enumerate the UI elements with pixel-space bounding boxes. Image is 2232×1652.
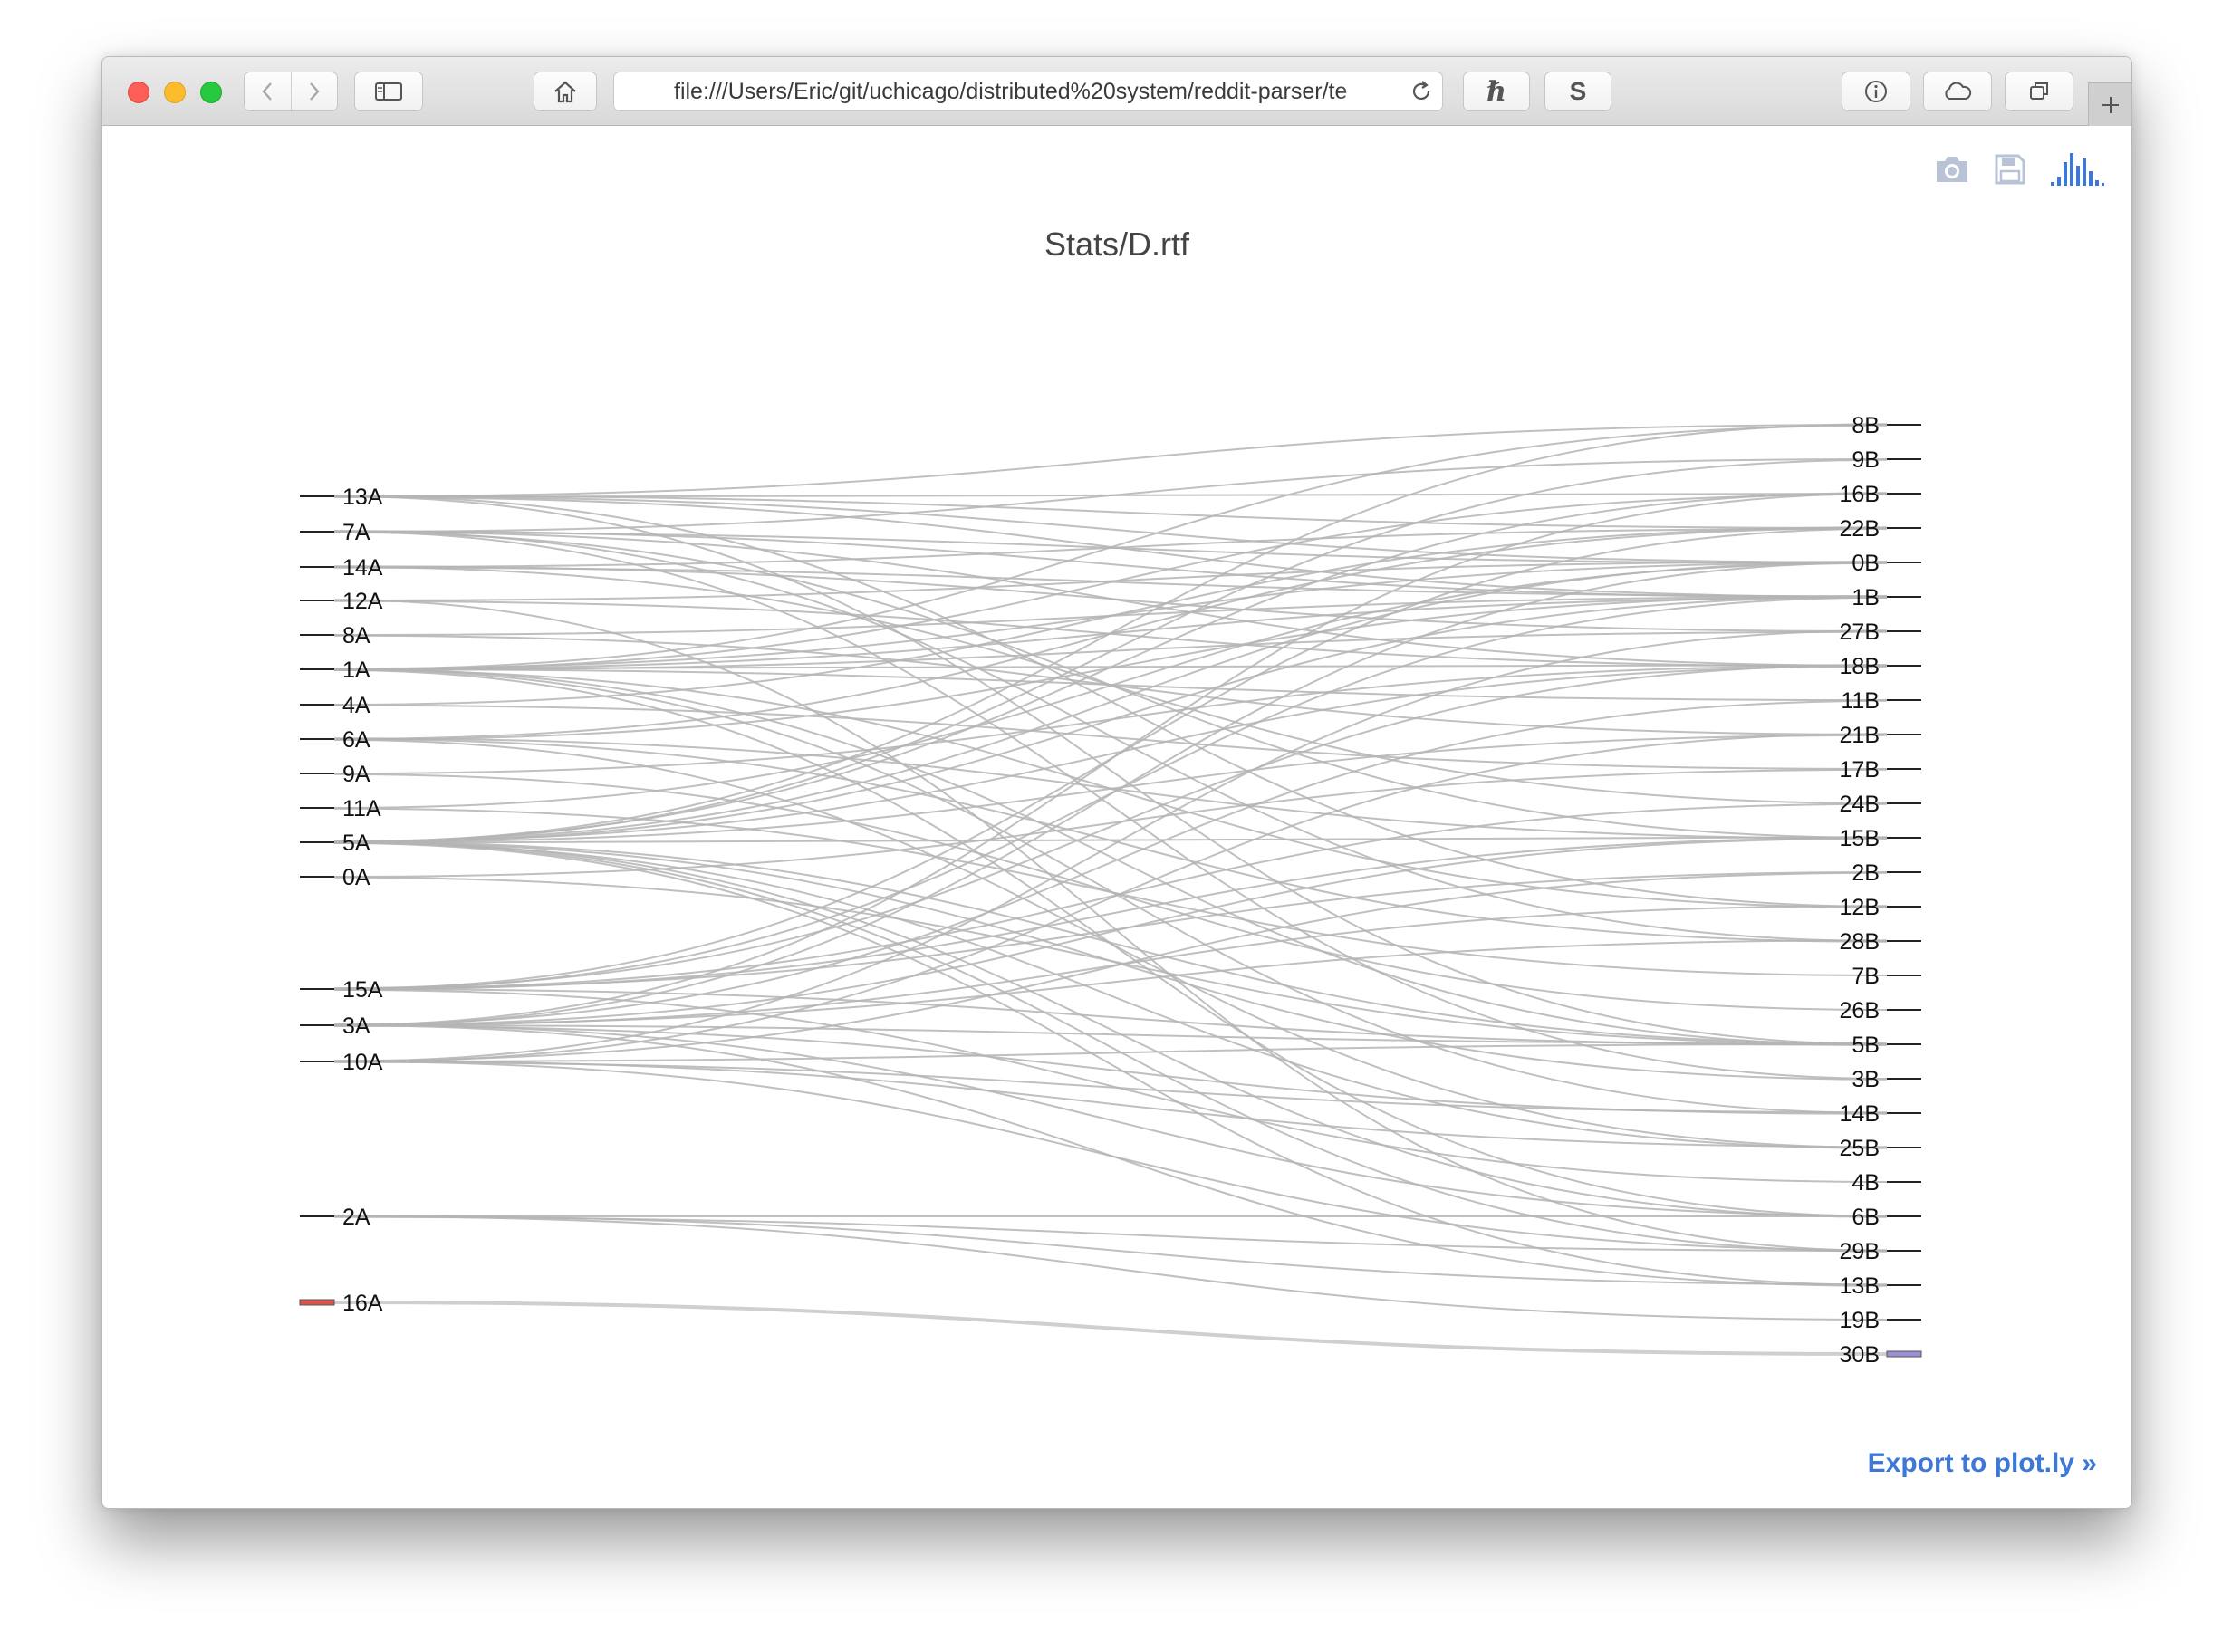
sankey-node-label-12A: 12A bbox=[342, 589, 383, 614]
extension-s-button[interactable]: S bbox=[1544, 72, 1611, 111]
sankey-node-label-4B: 4B bbox=[1852, 1170, 1880, 1196]
sankey-node-label-26B: 26B bbox=[1840, 998, 1880, 1023]
sankey-node-label-1A: 1A bbox=[342, 658, 370, 683]
url-text[interactable]: file:///Users/Eric/git/uchicago/distribu… bbox=[674, 72, 1395, 110]
export-to-plotly-link[interactable]: Export to plot.ly » bbox=[1868, 1448, 2097, 1479]
sidebar-toggle-button[interactable] bbox=[354, 72, 423, 111]
extension-h-button[interactable]: ℏ bbox=[1463, 72, 1530, 111]
sankey-node-label-13B: 13B bbox=[1840, 1273, 1880, 1299]
sankey-node-label-14B: 14B bbox=[1840, 1101, 1880, 1127]
sankey-node-label-28B: 28B bbox=[1840, 929, 1880, 955]
sankey-link-2A-29B[interactable] bbox=[333, 1215, 1888, 1252]
sankey-node-label-15B: 15B bbox=[1840, 826, 1880, 851]
sankey-node-label-18B: 18B bbox=[1840, 654, 1880, 679]
sankey-node-label-17B: 17B bbox=[1840, 757, 1880, 783]
sankey-node-label-2B: 2B bbox=[1852, 860, 1880, 886]
sankey-node-label-15A: 15A bbox=[342, 977, 383, 1003]
extension-s-label: S bbox=[1569, 77, 1587, 105]
sankey-node-label-3B: 3B bbox=[1852, 1067, 1880, 1092]
forward-button[interactable] bbox=[290, 72, 338, 110]
sankey-node-label-9B: 9B bbox=[1852, 447, 1880, 473]
new-tab-button[interactable] bbox=[2088, 82, 2131, 126]
sankey-node-label-10A: 10A bbox=[342, 1050, 383, 1075]
sankey-link-0A-17B[interactable] bbox=[333, 768, 1888, 878]
sankey-links bbox=[333, 423, 1888, 1356]
close-window-button[interactable] bbox=[128, 82, 149, 103]
sankey-node-label-25B: 25B bbox=[1840, 1136, 1880, 1161]
address-bar[interactable]: file:///Users/Eric/git/uchicago/distribu… bbox=[613, 72, 1443, 111]
sankey-node-label-19B: 19B bbox=[1840, 1308, 1880, 1333]
sankey-node-label-3A: 3A bbox=[342, 1013, 370, 1039]
sankey-node-label-22B: 22B bbox=[1840, 516, 1880, 542]
sankey-link-12A-29B[interactable] bbox=[333, 599, 1888, 1252]
sankey-link-13A-8B[interactable] bbox=[333, 424, 1888, 497]
sankey-node-label-6B: 6B bbox=[1852, 1205, 1880, 1230]
browser-toolbar: file:///Users/Eric/git/uchicago/distribu… bbox=[102, 57, 2131, 126]
chevron-right-icon bbox=[309, 82, 320, 101]
sankey-link-16A-30B[interactable] bbox=[333, 1301, 1888, 1356]
sankey-node-label-7B: 7B bbox=[1852, 964, 1880, 989]
home-button[interactable] bbox=[534, 72, 597, 111]
sankey-link-7A-1B[interactable] bbox=[333, 530, 1888, 599]
info-button[interactable] bbox=[1842, 72, 1910, 111]
sankey-link-15A-2B[interactable] bbox=[333, 871, 1888, 990]
sankey-node-label-4A: 4A bbox=[342, 693, 370, 718]
sankey-node-label-30B: 30B bbox=[1840, 1342, 1880, 1368]
reload-icon[interactable] bbox=[1409, 80, 1433, 103]
sankey-node-label-5B: 5B bbox=[1852, 1032, 1880, 1058]
sankey-node-label-14A: 14A bbox=[342, 555, 383, 581]
zoom-window-button[interactable] bbox=[200, 82, 222, 103]
browser-window: file:///Users/Eric/git/uchicago/distribu… bbox=[101, 56, 2132, 1509]
back-button[interactable] bbox=[245, 72, 291, 110]
chevron-left-icon bbox=[262, 82, 273, 101]
sankey-node-label-1B: 1B bbox=[1852, 585, 1880, 610]
sankey-node-label-27B: 27B bbox=[1840, 620, 1880, 645]
sankey-node-label-9A: 9A bbox=[342, 762, 370, 787]
tabs-overview-button[interactable] bbox=[2005, 72, 2073, 111]
sidebar-icon bbox=[375, 82, 402, 101]
extension-h-label: ℏ bbox=[1486, 75, 1506, 108]
sankey-link-1A-16B[interactable] bbox=[333, 493, 1888, 671]
minimize-window-button[interactable] bbox=[164, 82, 186, 103]
sankey-diagram: 13A 7A 14A 12A 8A 1A 4A 6A 9A 11A 5A 0A 15A 3A 10A 2A 16… bbox=[299, 413, 1922, 1368]
tabs-icon bbox=[2030, 82, 2048, 100]
sankey-node-label-7A: 7A bbox=[342, 520, 370, 545]
navigation-buttons bbox=[244, 72, 338, 111]
sankey-node-label-29B: 29B bbox=[1840, 1239, 1880, 1264]
sankey-node-label-24B: 24B bbox=[1840, 792, 1880, 817]
sankey-node-label-8B: 8B bbox=[1852, 413, 1880, 438]
sankey-node-label-11B: 11B bbox=[1841, 688, 1880, 714]
page-content: Stats/D.rtf 13A 7A 14A 12A 8A 1A 4A 6A 9A 11A 5A 0A… bbox=[102, 126, 2131, 1508]
sankey-link-5A-9B[interactable] bbox=[333, 458, 1888, 844]
home-icon bbox=[554, 81, 576, 103]
sankey-node-label-13A: 13A bbox=[342, 485, 383, 510]
sankey-node-label-16B: 16B bbox=[1840, 482, 1880, 507]
sankey-node-label-5A: 5A bbox=[342, 831, 370, 856]
sankey-node-label-2A: 2A bbox=[342, 1205, 370, 1230]
sankey-node-30B[interactable] bbox=[1886, 1350, 1922, 1358]
icloud-button[interactable] bbox=[1923, 72, 1992, 111]
plus-icon bbox=[2102, 96, 2119, 113]
sankey-node-label-8A: 8A bbox=[342, 623, 370, 648]
sankey-node-label-21B: 21B bbox=[1840, 723, 1880, 748]
cloud-icon bbox=[1945, 82, 1972, 100]
sankey-link-7A-9B[interactable] bbox=[333, 458, 1888, 533]
sankey-node-16A[interactable] bbox=[299, 1299, 335, 1306]
sankey-node-label-12B: 12B bbox=[1840, 895, 1880, 920]
sankey-node-label-0B: 0B bbox=[1852, 551, 1880, 576]
info-icon bbox=[1865, 81, 1887, 102]
sankey-node-label-0A: 0A bbox=[342, 865, 370, 890]
sankey-link-10A-29B[interactable] bbox=[333, 1061, 1888, 1252]
sankey-link-3A-16B[interactable] bbox=[333, 493, 1888, 1026]
sankey-node-label-16A: 16A bbox=[342, 1291, 383, 1316]
sankey-node-label-11A: 11A bbox=[342, 796, 381, 821]
sankey-node-label-6A: 6A bbox=[342, 727, 370, 753]
